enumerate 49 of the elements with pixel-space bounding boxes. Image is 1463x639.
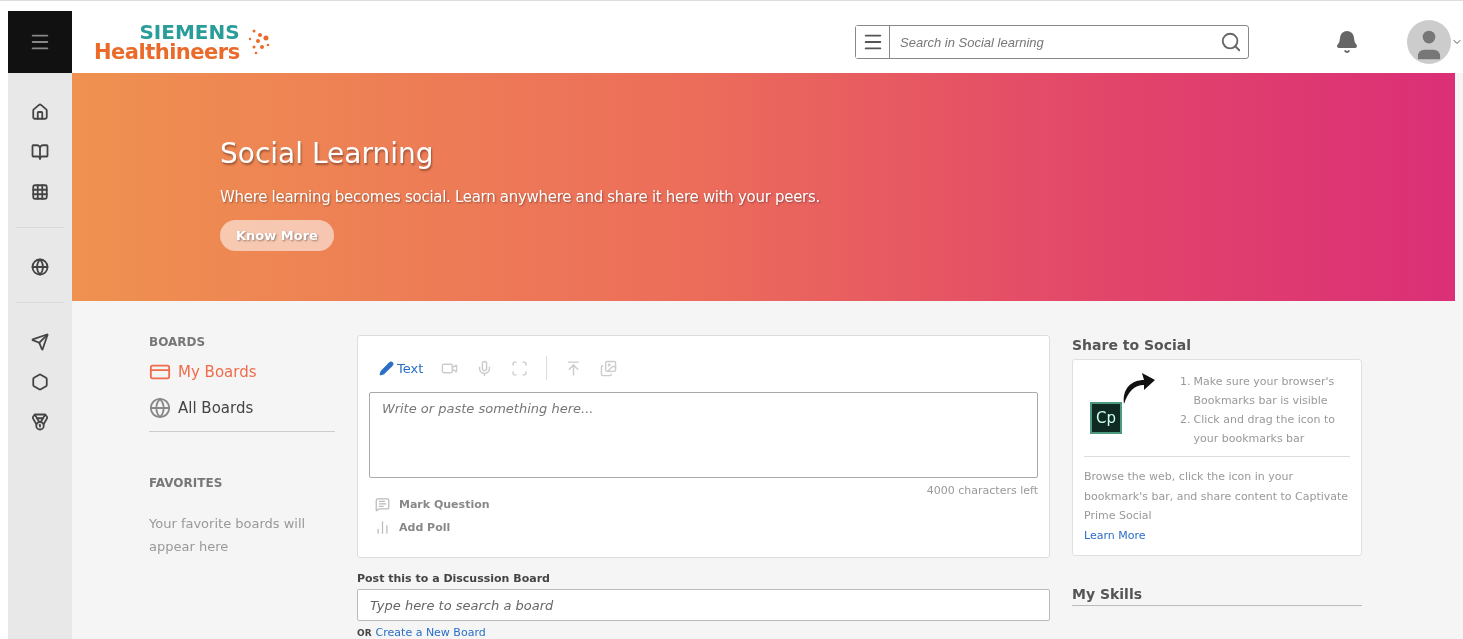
search-icon[interactable] (1220, 31, 1242, 53)
book-nav-button[interactable] (31, 143, 49, 161)
step-number: 2. (1180, 412, 1191, 428)
banner-subtitle: Where learning becomes social. Learn anywhere and share it here with your peers. (220, 188, 820, 206)
board-link[interactable]: My Boards (149, 361, 335, 383)
field-label: Post this to a Discussion Board (357, 572, 551, 585)
option-button[interactable]: Mark Question (375, 497, 1038, 512)
medal-icon (31, 413, 49, 431)
empty-text: Your favorite boards will appear here (149, 515, 307, 556)
logo: SIEMENS Healthineers (94, 21, 274, 63)
medal-nav-button[interactable] (31, 413, 49, 431)
banner-title: Social Learning (220, 137, 434, 170)
hexagon-icon (31, 373, 49, 391)
section-title: My Skills (1072, 585, 1362, 606)
send-icon (31, 333, 49, 351)
grid-nav-button[interactable] (31, 183, 49, 201)
search-bar[interactable]: Search in Social learning (855, 25, 1249, 59)
send-nav-button[interactable] (31, 333, 49, 351)
step-text: Click and drag the icon to your bookmarks bar (1193, 412, 1337, 447)
text-tab[interactable]: Text (379, 360, 424, 376)
app-icon[interactable]: Cp (1090, 402, 1122, 434)
bar-chart-icon (375, 520, 390, 535)
notification-button[interactable] (1335, 30, 1359, 54)
character-counter: 4000 characters left (926, 484, 1038, 497)
board-search-field[interactable]: Type here to search a board (357, 589, 1050, 621)
section-title: Share to Social (1072, 337, 1192, 353)
globe-nav-button[interactable] (31, 258, 49, 276)
board-link[interactable]: All Boards (149, 397, 335, 419)
description: Browse the web, click the icon in your bookmark's bar, and share content to Captivate Prime Social (1084, 469, 1350, 524)
or-text: OR (357, 628, 372, 638)
home-icon (31, 103, 49, 121)
section-heading: FAVORITES (149, 476, 224, 490)
learn-more-link[interactable]: Learn More (1084, 525, 1146, 545)
book-icon (31, 143, 49, 161)
globe-icon (31, 258, 49, 276)
menu-button[interactable] (856, 26, 890, 58)
globe-icon (149, 397, 171, 419)
option-button[interactable]: Add Poll (375, 520, 1038, 535)
post-text-field[interactable]: Write or paste something here... (369, 392, 1038, 478)
step-text: Make sure your browser's Bookmarks bar is visible (1193, 374, 1336, 409)
create-board-link[interactable]: Create a New Board (375, 626, 486, 639)
pencil-icon (379, 360, 394, 376)
step-number: 1. (1180, 374, 1191, 390)
hexagon-nav-button[interactable] (31, 373, 49, 391)
question-icon (375, 497, 390, 512)
avatar-button[interactable] (1407, 20, 1451, 64)
home-nav-button[interactable] (31, 103, 49, 121)
section-heading: BOARDS (149, 335, 207, 349)
grid-icon (31, 183, 49, 201)
